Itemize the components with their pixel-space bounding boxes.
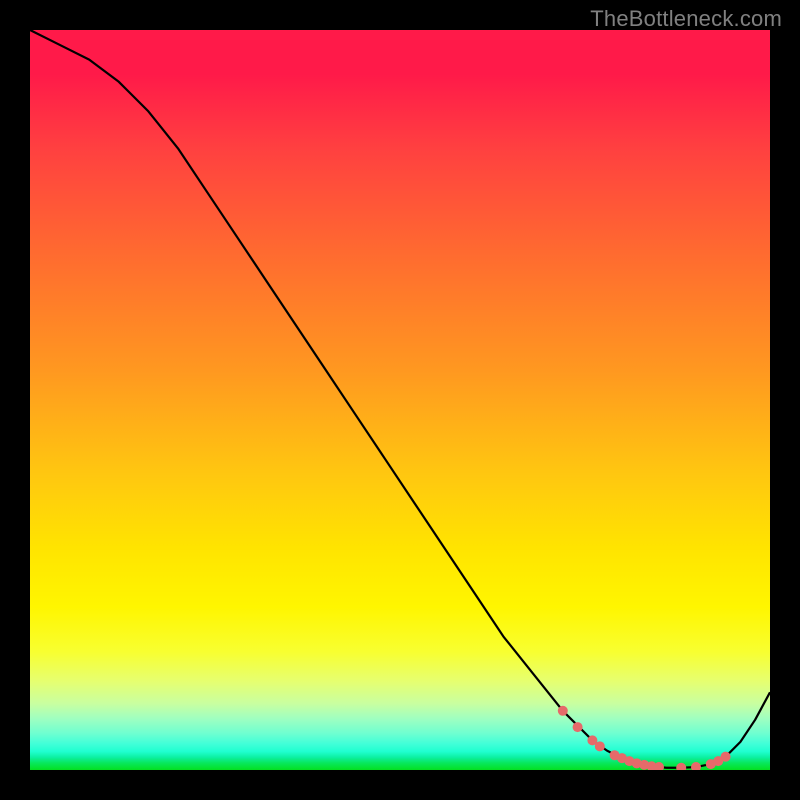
curve-marker xyxy=(573,722,583,732)
plot-area xyxy=(30,30,770,770)
curve-marker xyxy=(691,762,701,770)
curve-marker xyxy=(721,752,731,762)
curve-layer xyxy=(30,30,770,770)
curve-marker xyxy=(558,706,568,716)
curve-marker xyxy=(595,741,605,751)
chart-frame: TheBottleneck.com xyxy=(0,0,800,800)
curve-markers xyxy=(558,706,731,770)
curve-marker xyxy=(676,763,686,770)
bottleneck-curve xyxy=(30,30,770,768)
watermark-text: TheBottleneck.com xyxy=(590,6,782,32)
